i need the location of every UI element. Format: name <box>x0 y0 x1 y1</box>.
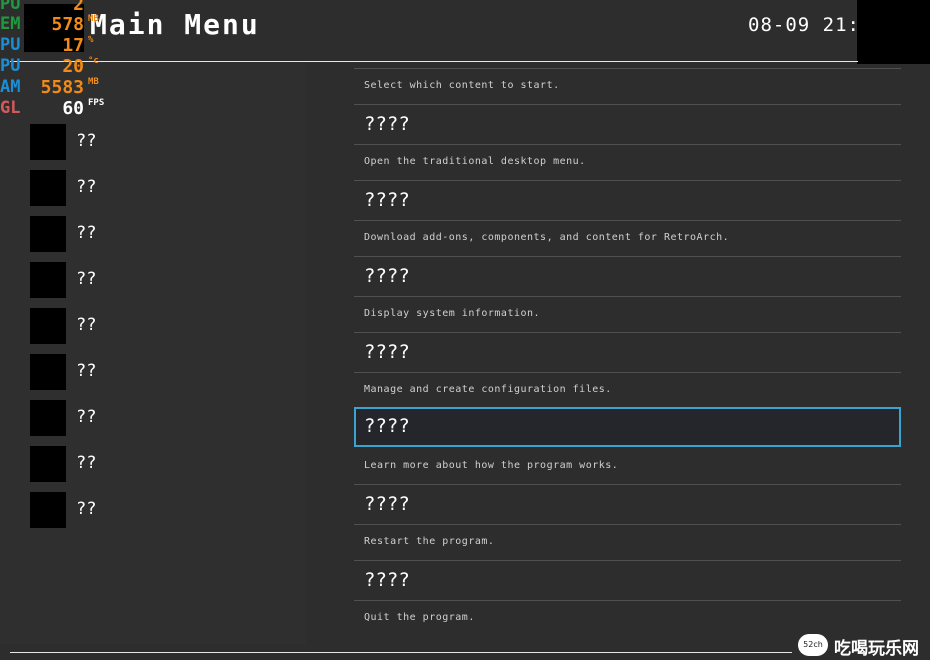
description-text: Download add-ons, components, and conten… <box>364 232 730 243</box>
hud-key: PU <box>0 0 21 14</box>
hud-unit: °c <box>88 56 99 66</box>
footer-divider <box>10 652 792 653</box>
hud-key: AM <box>0 77 21 97</box>
sidebar: ?? ?? ?? ?? ?? ?? ?? ?? ?? <box>0 62 306 644</box>
menu-entry-label: ???? <box>364 569 410 591</box>
description-text: Quit the program. <box>364 612 475 623</box>
hud-key: PU <box>0 35 21 55</box>
watermark: 52ch 吃喝玩乐网 <box>798 630 930 660</box>
placeholder-icon <box>30 170 66 206</box>
sidebar-item[interactable]: ?? <box>30 124 290 160</box>
hud-unit: MB <box>88 77 99 87</box>
sidebar-item-label: ?? <box>76 315 97 335</box>
placeholder-icon <box>30 308 66 344</box>
menu-entry[interactable]: ???? <box>354 257 901 297</box>
menu-entry-label: ???? <box>364 341 410 363</box>
placeholder-icon <box>30 492 66 528</box>
hud-value: 20 <box>62 56 84 77</box>
sidebar-item[interactable]: ?? <box>30 492 290 528</box>
hud-value: 5583 <box>40 77 84 98</box>
menu-entry-label: ???? <box>364 265 410 287</box>
hud-row: AM 5583 MB <box>0 77 110 98</box>
description-text: Open the traditional desktop menu. <box>364 156 586 167</box>
description-text: Restart the program. <box>364 536 495 547</box>
menu-entry-label: ???? <box>364 113 410 135</box>
list-top-divider <box>354 62 901 69</box>
menu-entry[interactable]: ???? <box>354 105 901 145</box>
sidebar-item-label: ?? <box>76 177 97 197</box>
placeholder-icon <box>30 400 66 436</box>
sidebar-item[interactable]: ?? <box>30 400 290 436</box>
placeholder-icon <box>30 262 66 298</box>
hud-row: PU 17 % <box>0 35 110 56</box>
description-text: Display system information. <box>364 308 541 319</box>
entry-description: Learn more about how the program works. <box>354 449 901 485</box>
hud-unit: FPS <box>88 98 105 108</box>
sidebar-item-label: ?? <box>76 131 97 151</box>
header-bar: Main Menu 08-09 21:40 <box>0 0 930 64</box>
hud-unit: MB <box>88 14 99 24</box>
hud-key: EM <box>0 14 21 34</box>
hud-value: 17 <box>62 35 84 56</box>
entry-description: Select which content to start. <box>354 69 901 105</box>
sidebar-item-label: ?? <box>76 269 97 289</box>
sidebar-item-label: ?? <box>76 453 97 473</box>
hud-key: GL <box>0 98 21 118</box>
hud-row: PU 20 °c <box>0 56 110 77</box>
sidebar-item-label: ?? <box>76 499 97 519</box>
hud-value: 60 <box>62 98 84 119</box>
hud-unit: % <box>88 35 94 45</box>
menu-entry[interactable]: ???? <box>354 333 901 373</box>
entry-description: Manage and create configuration files. <box>354 373 901 409</box>
hud-row: EM 578 MB <box>0 14 110 35</box>
menu-entry[interactable]: ???? <box>354 561 901 601</box>
hud-value: 578 <box>51 14 84 35</box>
entry-description: Restart the program. <box>354 525 901 561</box>
menu-entry[interactable]: ???? <box>354 181 901 221</box>
hud-value: 2 <box>73 0 84 15</box>
placeholder-icon <box>30 216 66 252</box>
watermark-text: 吃喝玩乐网 <box>834 639 919 659</box>
hud-row: GL 60 FPS <box>0 98 110 119</box>
description-text: Learn more about how the program works. <box>364 460 619 471</box>
sidebar-item[interactable]: ?? <box>30 216 290 252</box>
description-text: Select which content to start. <box>364 80 560 91</box>
header-corner-placeholder <box>857 0 930 64</box>
sidebar-item[interactable]: ?? <box>30 170 290 206</box>
sidebar-item[interactable]: ?? <box>30 308 290 344</box>
sidebar-item[interactable]: ?? <box>30 354 290 390</box>
menu-entry-label: ???? <box>364 415 410 437</box>
sidebar-item-label: ?? <box>76 407 97 427</box>
menu-entry[interactable]: ???? <box>354 485 901 525</box>
entry-description: Download add-ons, components, and conten… <box>354 221 901 257</box>
page-title: Main Menu <box>90 8 260 41</box>
menu-entry-label: ???? <box>364 493 410 515</box>
hud-row: PU 2 <box>0 0 110 15</box>
menu-entry-label: ???? <box>364 189 410 211</box>
hud-key: PU <box>0 56 21 76</box>
entry-description: Open the traditional desktop menu. <box>354 145 901 181</box>
entry-description: Display system information. <box>354 297 901 333</box>
watermark-logo: 52ch <box>798 634 828 656</box>
sidebar-item-label: ?? <box>76 361 97 381</box>
sidebar-item[interactable]: ?? <box>30 446 290 482</box>
sidebar-item[interactable]: ?? <box>30 262 290 298</box>
sidebar-item-label: ?? <box>76 223 97 243</box>
placeholder-icon <box>30 354 66 390</box>
placeholder-icon <box>30 446 66 482</box>
performance-overlay: PU 2 EM 578 MB PU 17 % PU 20 °c AM 5583 … <box>0 0 110 119</box>
main-menu-list: Select which content to start. ???? Open… <box>354 62 902 642</box>
placeholder-icon <box>30 124 66 160</box>
menu-entry-selected[interactable]: ???? <box>354 407 901 447</box>
description-text: Manage and create configuration files. <box>364 384 612 395</box>
